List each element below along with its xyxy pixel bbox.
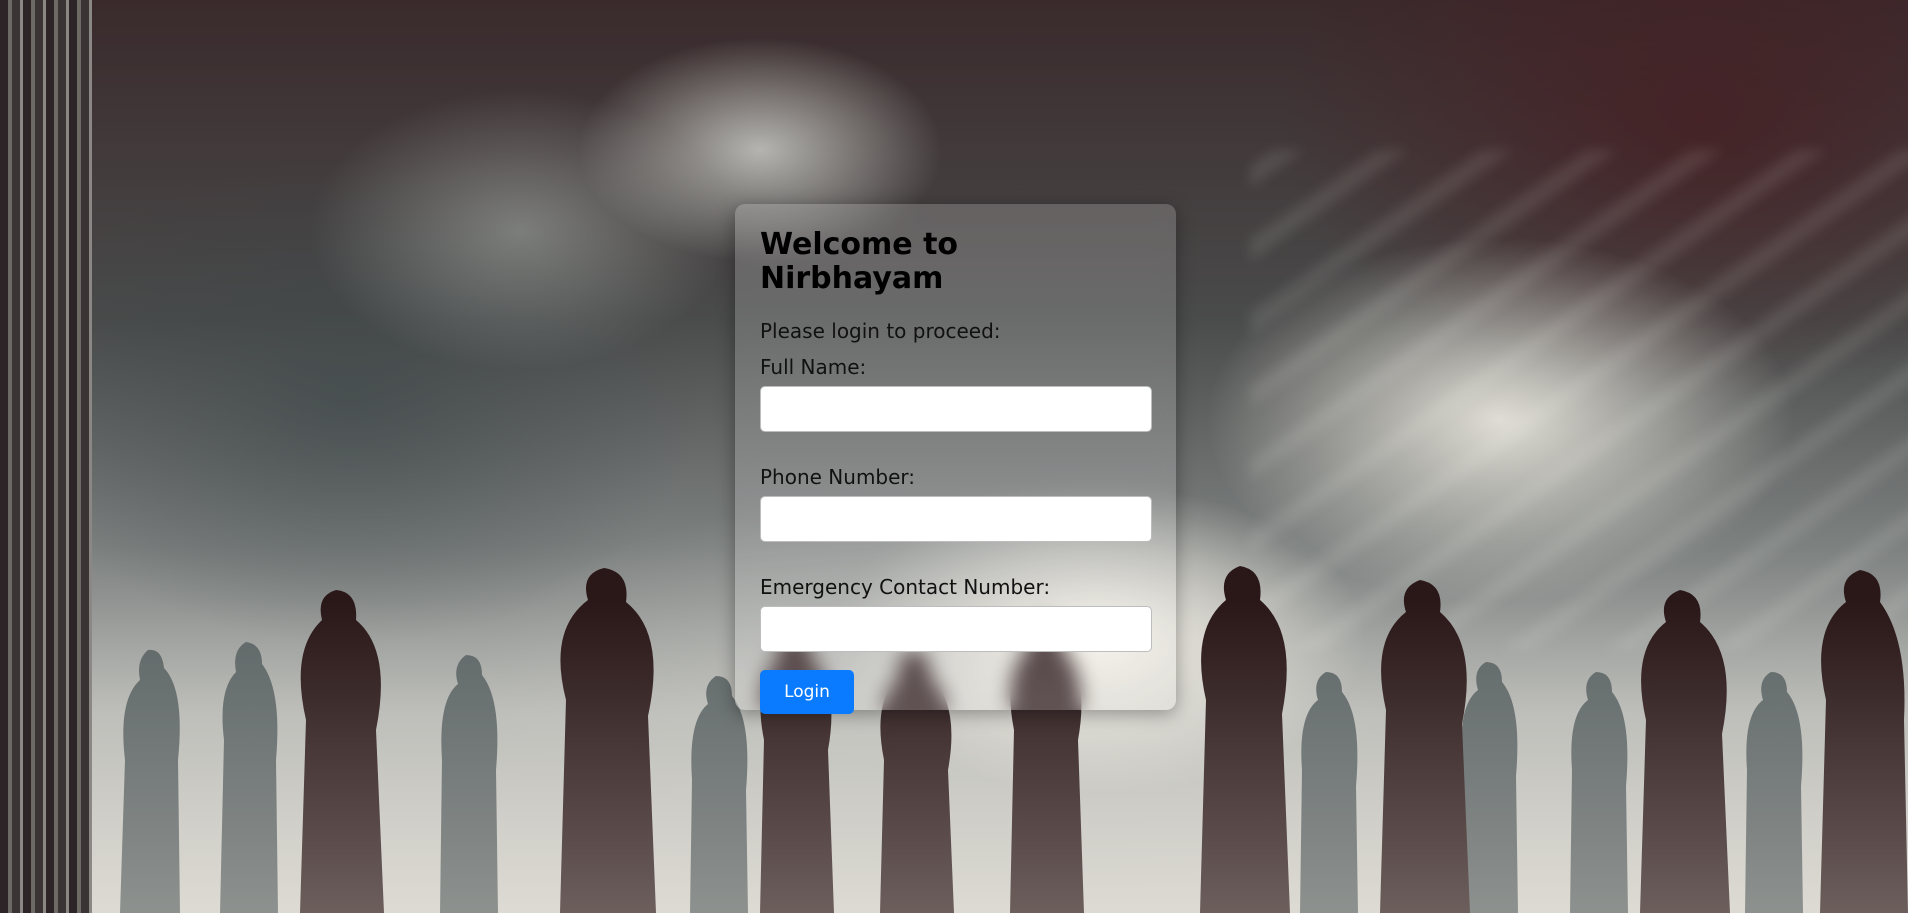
phone-number-input[interactable] bbox=[760, 496, 1152, 542]
page-title: Welcome to Nirbhayam bbox=[760, 227, 959, 296]
login-card: Welcome to Nirbhayam Please login to pro… bbox=[735, 204, 1176, 714]
stone-pillar bbox=[0, 0, 92, 913]
emergency-contact-input[interactable] bbox=[760, 606, 1152, 652]
emergency-contact-label: Emergency Contact Number: bbox=[760, 575, 1051, 599]
full-name-label: Full Name: bbox=[760, 355, 867, 379]
login-prompt: Please login to proceed: bbox=[760, 319, 1001, 343]
phone-number-label: Phone Number: bbox=[760, 465, 916, 489]
full-name-input[interactable] bbox=[760, 386, 1152, 432]
login-button[interactable]: Login bbox=[760, 670, 854, 714]
